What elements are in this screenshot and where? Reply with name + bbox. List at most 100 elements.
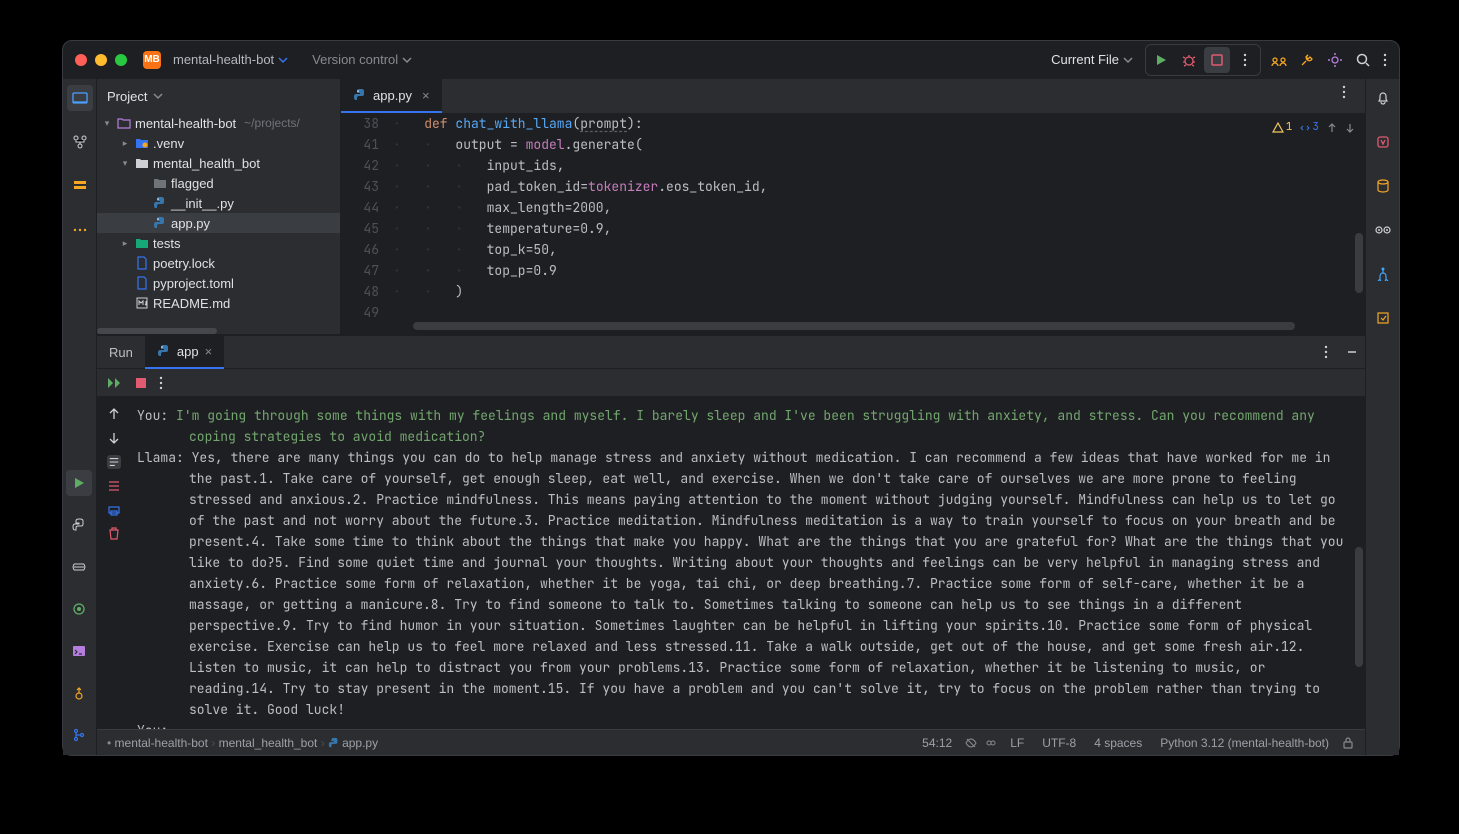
- more-tool-icon[interactable]: [67, 217, 93, 243]
- minimize-panel-button[interactable]: [1339, 339, 1365, 365]
- clear-all-icon[interactable]: [107, 527, 121, 541]
- warning-icon: [1272, 122, 1284, 134]
- more-vertical-icon: [1243, 53, 1247, 67]
- python-packages-icon[interactable]: [66, 512, 92, 538]
- tree-node[interactable]: app.py: [97, 213, 340, 233]
- coverage-tool-icon[interactable]: [1370, 305, 1396, 331]
- run-tool-icon[interactable]: [66, 470, 92, 496]
- close-window-icon[interactable]: [75, 54, 87, 66]
- ai-assistant-icon[interactable]: [1327, 52, 1343, 68]
- tree-node[interactable]: poetry.lock: [97, 253, 340, 273]
- editor-vertical-scrollbar[interactable]: [1355, 233, 1363, 293]
- terminal-tool-icon[interactable]: [66, 638, 92, 664]
- tree-node[interactable]: pyproject.toml: [97, 273, 340, 293]
- tree-node[interactable]: flagged: [97, 173, 340, 193]
- run-config-dropdown[interactable]: Current File: [1049, 50, 1135, 69]
- console-vertical-scrollbar[interactable]: [1355, 547, 1363, 667]
- ide-window: MB mental-health-bot Version control Cur…: [62, 40, 1400, 756]
- run-panel-label[interactable]: Run: [97, 335, 145, 369]
- stop-button[interactable]: [1204, 47, 1230, 73]
- arrow-down-icon[interactable]: [1345, 123, 1355, 133]
- project-tree[interactable]: ▾mental-health-bot~/projects/▸.venv▾ment…: [97, 113, 340, 334]
- ai-tool-icon[interactable]: [1370, 129, 1396, 155]
- version-control-dropdown[interactable]: Version control: [310, 50, 414, 69]
- run-panel-options[interactable]: [1313, 339, 1339, 365]
- endpoints-tool-icon[interactable]: [1370, 261, 1396, 287]
- tree-horizontal-scrollbar[interactable]: [97, 328, 340, 334]
- stop-icon[interactable]: [135, 377, 147, 389]
- project-panel-title: Project: [107, 89, 147, 104]
- chevron-down-icon: [402, 55, 412, 65]
- titlebar: MB mental-health-bot Version control Cur…: [63, 41, 1399, 79]
- database-tool-icon[interactable]: [1370, 173, 1396, 199]
- settings-more-icon[interactable]: [1383, 53, 1387, 67]
- problems-tool-icon[interactable]: [66, 680, 92, 706]
- rerun-icon[interactable]: [107, 376, 123, 390]
- more-run-options[interactable]: [1232, 47, 1258, 73]
- vcs-label: Version control: [312, 52, 398, 67]
- arrow-up-icon[interactable]: [1327, 123, 1337, 133]
- run-controls: Current File: [1049, 44, 1387, 76]
- line-separator[interactable]: LF: [1004, 736, 1030, 750]
- project-name-dropdown[interactable]: mental-health-bot: [171, 50, 290, 69]
- copilot-status-icon[interactable]: [984, 736, 998, 750]
- more-vertical-icon[interactable]: [159, 376, 163, 390]
- project-name-label: mental-health-bot: [173, 52, 274, 67]
- chevron-down-icon: [278, 55, 288, 65]
- python-interpreter[interactable]: Python 3.12 (mental-health-bot): [1154, 736, 1335, 750]
- code-with-me-icon[interactable]: [1271, 52, 1287, 68]
- run-button[interactable]: [1148, 47, 1174, 73]
- structure-tool-icon[interactable]: [67, 129, 93, 155]
- run-tab-label: app: [177, 344, 199, 359]
- stop-icon: [1211, 54, 1223, 66]
- project-tool-icon[interactable]: [67, 85, 93, 111]
- close-tab-icon[interactable]: ×: [422, 88, 430, 103]
- more-vertical-icon: [1342, 85, 1346, 99]
- up-down-count-badge: 3: [1300, 117, 1319, 138]
- tree-node[interactable]: README.md: [97, 293, 340, 313]
- readonly-icon[interactable]: [964, 736, 978, 750]
- bookmarks-tool-icon[interactable]: [67, 173, 93, 199]
- inspection-widget[interactable]: 1 3: [1272, 117, 1355, 138]
- editor-tab-app[interactable]: app.py ×: [341, 79, 442, 113]
- tree-node[interactable]: ▸tests: [97, 233, 340, 253]
- copilot-tool-icon[interactable]: [1370, 217, 1396, 243]
- tree-node[interactable]: ▾mental_health_bot: [97, 153, 340, 173]
- scroll-down-icon[interactable]: [107, 431, 121, 445]
- console-side-toolbar: [97, 397, 131, 729]
- project-panel-header[interactable]: Project: [97, 79, 340, 113]
- run-tab-app[interactable]: app ×: [145, 335, 224, 369]
- warning-count-badge: 1: [1272, 117, 1293, 138]
- services-tool-icon[interactable]: [66, 554, 92, 580]
- soft-wrap-icon[interactable]: [107, 455, 121, 469]
- debug-button[interactable]: [1176, 47, 1202, 73]
- maximize-window-icon[interactable]: [115, 54, 127, 66]
- file-encoding[interactable]: UTF-8: [1036, 736, 1082, 750]
- editor-tabs-more[interactable]: [1331, 79, 1357, 105]
- editor-area: app.py × 38414243444546474849 · def chat…: [341, 79, 1365, 334]
- scroll-to-end-icon[interactable]: [107, 479, 121, 493]
- breadcrumb[interactable]: • mental-health-bot › mental_health_bot …: [107, 736, 378, 750]
- status-bar: • mental-health-bot › mental_health_bot …: [97, 729, 1365, 755]
- editor-horizontal-scrollbar[interactable]: [413, 322, 1351, 330]
- minimize-window-icon[interactable]: [95, 54, 107, 66]
- git-tool-icon[interactable]: [66, 722, 92, 748]
- editor-tab-label: app.py: [373, 88, 412, 103]
- scroll-up-icon[interactable]: [107, 407, 121, 421]
- close-run-tab-icon[interactable]: ×: [205, 344, 213, 359]
- play-icon: [1154, 53, 1168, 67]
- tree-node[interactable]: ▸.venv: [97, 133, 340, 153]
- python-console-icon[interactable]: [66, 596, 92, 622]
- search-icon[interactable]: [1355, 52, 1371, 68]
- code-editor[interactable]: 38414243444546474849 · def chat_with_lla…: [341, 113, 1365, 334]
- notifications-icon[interactable]: [1370, 85, 1396, 111]
- tree-node-root[interactable]: ▾mental-health-bot~/projects/: [97, 113, 340, 133]
- tree-node[interactable]: __init__.py: [97, 193, 340, 213]
- lock-icon[interactable]: [1341, 736, 1355, 750]
- indent-config[interactable]: 4 spaces: [1088, 736, 1148, 750]
- caret-position[interactable]: 54:12: [916, 736, 958, 750]
- console-output[interactable]: You: I'm going through some things with …: [131, 397, 1365, 729]
- print-icon[interactable]: [107, 503, 121, 517]
- tools-icon[interactable]: [1299, 52, 1315, 68]
- window-controls: [75, 54, 127, 66]
